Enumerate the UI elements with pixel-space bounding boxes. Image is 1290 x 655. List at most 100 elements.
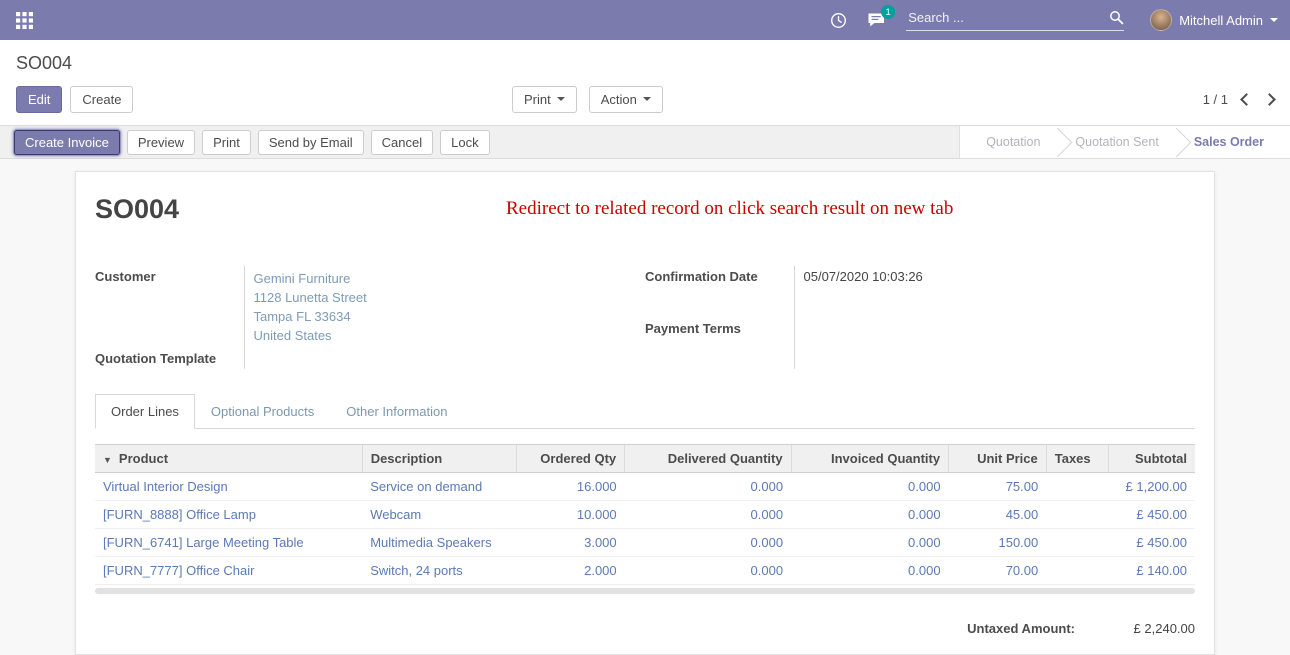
ordered-qty-cell: 2.000	[517, 557, 625, 585]
messages-icon[interactable]: 1	[867, 12, 886, 28]
pager-previous-icon[interactable]	[1240, 93, 1253, 106]
taxes-cell	[1046, 557, 1108, 585]
col-header-invoiced-quantity[interactable]: Invoiced Quantity	[791, 445, 948, 473]
unit-price-cell: 150.00	[949, 529, 1047, 557]
search-icon[interactable]	[1109, 10, 1124, 25]
confirmation-date-label: Confirmation Date	[645, 266, 794, 318]
create-invoice-button[interactable]: Create Invoice	[14, 130, 120, 155]
col-header-product-label: Product	[119, 451, 168, 466]
col-header-product[interactable]: ▼Product	[95, 445, 362, 473]
product-link[interactable]: [FURN_7777] Office Chair	[103, 563, 255, 578]
col-header-ordered-qty[interactable]: Ordered Qty	[517, 445, 625, 473]
apps-menu-icon[interactable]	[12, 8, 37, 33]
customer-city: Tampa FL 33634	[254, 307, 646, 326]
breadcrumb: SO004	[0, 53, 1290, 74]
quotation-template-label: Quotation Template	[95, 348, 244, 369]
print-menu-label: Print	[524, 91, 551, 108]
taxes-cell	[1046, 473, 1108, 501]
customer-street: 1128 Lunetta Street	[254, 288, 646, 307]
navbar-right: 1 Mitchell Admin	[830, 9, 1278, 31]
chevron-down-icon	[1270, 18, 1278, 22]
confirmation-date-value: 05/07/2020 10:03:26	[794, 266, 1195, 318]
quotation-template-value	[244, 348, 645, 369]
description-cell: Service on demand	[362, 473, 517, 501]
col-header-taxes[interactable]: Taxes	[1046, 445, 1108, 473]
pager-next-icon[interactable]	[1263, 93, 1276, 106]
unit-price-cell: 45.00	[949, 501, 1047, 529]
statusbar-buttons: Create Invoice Preview Print Send by Ema…	[0, 126, 504, 158]
invoiced-qty-cell: 0.000	[791, 501, 948, 529]
taxes-cell	[1046, 501, 1108, 529]
product-link[interactable]: [FURN_8888] Office Lamp	[103, 507, 256, 522]
ordered-qty-cell: 16.000	[517, 473, 625, 501]
edit-button[interactable]: Edit	[16, 86, 62, 113]
col-header-delivered-quantity[interactable]: Delivered Quantity	[625, 445, 791, 473]
preview-button[interactable]: Preview	[127, 130, 195, 155]
product-link[interactable]: Virtual Interior Design	[103, 479, 228, 494]
create-button[interactable]: Create	[70, 86, 133, 113]
print-menu-button[interactable]: Print	[512, 86, 577, 113]
cancel-button[interactable]: Cancel	[371, 130, 433, 155]
right-field-group: Confirmation Date 05/07/2020 10:03:26 Pa…	[645, 266, 1195, 369]
col-header-subtotal[interactable]: Subtotal	[1108, 445, 1195, 473]
print-button[interactable]: Print	[202, 130, 251, 155]
customer-label: Customer	[95, 266, 244, 348]
invoiced-qty-cell: 0.000	[791, 557, 948, 585]
activities-clock-icon[interactable]	[830, 12, 847, 29]
search-input[interactable]	[906, 9, 1109, 26]
state-quotation-sent[interactable]: Quotation Sent	[1059, 126, 1174, 158]
top-navbar: 1 Mitchell Admin	[0, 0, 1290, 40]
annotation-text: Redirect to related record on click sear…	[506, 198, 953, 220]
sales-order-sheet: SO004 Redirect to related record on clic…	[75, 171, 1215, 655]
statusbar: Create Invoice Preview Print Send by Ema…	[0, 125, 1290, 159]
ordered-qty-cell: 3.000	[517, 529, 625, 557]
order-lines-table: ▼Product Description Ordered Qty Deliver…	[95, 444, 1195, 585]
delivered-qty-cell: 0.000	[625, 529, 791, 557]
pager: 1 / 1	[1203, 92, 1274, 107]
lock-button[interactable]: Lock	[440, 130, 489, 155]
tab-order-lines[interactable]: Order Lines	[95, 394, 195, 429]
taxes-cell	[1046, 529, 1108, 557]
left-field-group: Customer Gemini Furniture 1128 Lunetta S…	[95, 266, 645, 369]
navbar-left	[12, 8, 37, 33]
description-cell: Multimedia Speakers	[362, 529, 517, 557]
delivered-qty-cell: 0.000	[625, 501, 791, 529]
control-panel-center: Print Action	[512, 86, 663, 113]
action-menu-button[interactable]: Action	[589, 86, 663, 113]
form-view-content: SO004 Redirect to related record on clic…	[0, 159, 1290, 655]
subtotal-cell: £ 140.00	[1108, 557, 1195, 585]
control-panel-buttons: Edit Create Print Action 1 / 1	[0, 85, 1290, 113]
customer-country: United States	[254, 326, 646, 345]
unit-price-cell: 75.00	[949, 473, 1047, 501]
customer-name-link[interactable]: Gemini Furniture	[254, 269, 646, 288]
delivered-qty-cell: 0.000	[625, 557, 791, 585]
field-groups: Customer Gemini Furniture 1128 Lunetta S…	[95, 266, 1195, 369]
tab-other-information[interactable]: Other Information	[330, 394, 463, 429]
table-horizontal-scrollbar[interactable]	[95, 588, 1195, 594]
send-by-email-button[interactable]: Send by Email	[258, 130, 364, 155]
payment-terms-label: Payment Terms	[645, 318, 794, 370]
invoiced-qty-cell: 0.000	[791, 473, 948, 501]
totals-row: Untaxed Amount: £ 2,240.00	[95, 621, 1195, 636]
action-menu-label: Action	[601, 91, 637, 108]
delivered-qty-cell: 0.000	[625, 473, 791, 501]
chevron-down-icon	[643, 97, 651, 101]
chevron-down-icon	[557, 97, 565, 101]
unit-price-cell: 70.00	[949, 557, 1047, 585]
untaxed-amount-label: Untaxed Amount:	[967, 621, 1075, 636]
sheet-header: SO004 Redirect to related record on clic…	[95, 194, 1195, 234]
user-menu[interactable]: Mitchell Admin	[1150, 9, 1278, 31]
tab-optional-products[interactable]: Optional Products	[195, 394, 330, 429]
payment-terms-value	[794, 318, 1195, 370]
pager-counter: 1 / 1	[1203, 92, 1228, 107]
product-link[interactable]: [FURN_6741] Large Meeting Table	[103, 535, 304, 550]
table-row[interactable]: [FURN_6741] Large Meeting Table Multimed…	[95, 529, 1195, 557]
subtotal-cell: £ 450.00	[1108, 501, 1195, 529]
col-header-description[interactable]: Description	[362, 445, 517, 473]
table-row[interactable]: [FURN_8888] Office Lamp Webcam 10.000 0.…	[95, 501, 1195, 529]
table-row[interactable]: [FURN_7777] Office Chair Switch, 24 port…	[95, 557, 1195, 585]
col-header-unit-price[interactable]: Unit Price	[949, 445, 1047, 473]
table-row[interactable]: Virtual Interior Design Service on deman…	[95, 473, 1195, 501]
state-sales-order[interactable]: Sales Order	[1178, 126, 1280, 158]
subtotal-cell: £ 1,200.00	[1108, 473, 1195, 501]
